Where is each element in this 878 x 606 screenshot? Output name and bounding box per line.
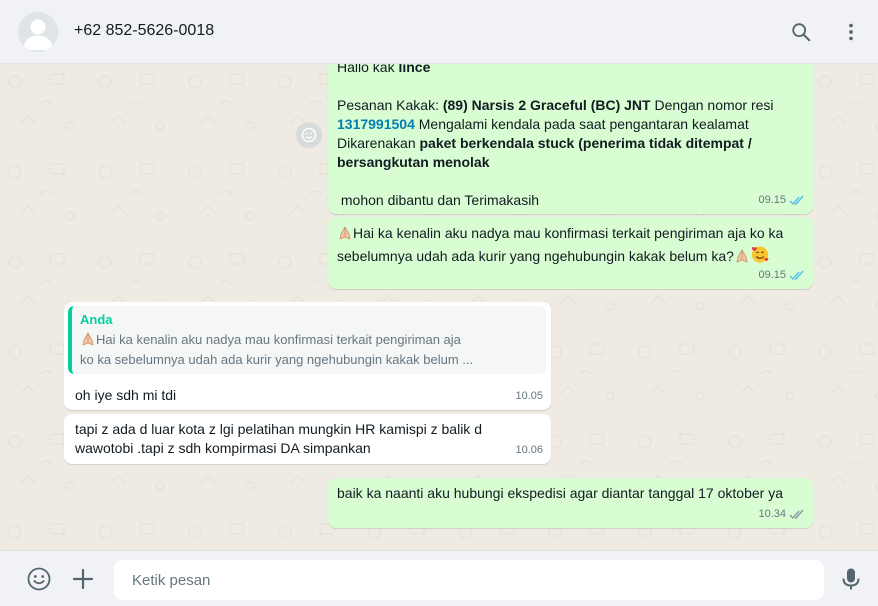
message-line-2: sebelumnya udah ada kurir yang ngehubung… bbox=[337, 248, 734, 264]
tracking-number-link[interactable]: 1317991504 bbox=[337, 116, 415, 132]
reason-label: Dikarenakan bbox=[337, 135, 420, 151]
message-text: Hallo kak lince Pesanan Kakak: (89) Nars… bbox=[337, 64, 797, 210]
message-bubble-outgoing[interactable]: Hallo kak lince Pesanan Kakak: (89) Nars… bbox=[328, 64, 813, 214]
order-item: (89) Narsis 2 Graceful (BC) JNT bbox=[442, 97, 651, 113]
message-input[interactable] bbox=[114, 560, 824, 600]
message-time: 10.34 bbox=[758, 508, 786, 520]
greeting-text: Hallo kak bbox=[337, 64, 399, 75]
quote-author: Anda bbox=[80, 312, 113, 327]
message-text: oh iye sdh mi tdi bbox=[75, 387, 177, 403]
delivered-ticks-icon bbox=[789, 509, 804, 520]
message-bubble-incoming[interactable]: Anda Hai ka kenalin aku nadya mau konfir… bbox=[64, 302, 551, 410]
message-meta: 09.15 bbox=[758, 266, 805, 285]
message-time: 10.05 bbox=[515, 390, 543, 402]
attach-button[interactable] bbox=[69, 565, 97, 593]
composer-bar bbox=[0, 550, 878, 606]
closing-text: mohon dibantu dan Terimakasih bbox=[337, 192, 540, 208]
quoted-message[interactable]: Anda Hai ka kenalin aku nadya mau konfir… bbox=[68, 306, 546, 374]
tracking-suffix: Mengalami kendala pada saat pengantaran … bbox=[414, 116, 749, 132]
search-button[interactable] bbox=[787, 18, 815, 46]
smiling-face-with-hearts-emoji bbox=[751, 246, 769, 263]
message-meta: 10.34 bbox=[758, 505, 805, 524]
default-avatar-icon bbox=[18, 12, 58, 52]
contact-name[interactable]: +62 852-5626-0018 bbox=[74, 22, 214, 40]
read-ticks-icon bbox=[789, 195, 804, 206]
message-time: 09.15 bbox=[758, 194, 786, 206]
folded-hands-emoji bbox=[339, 226, 351, 240]
folded-hands-emoji bbox=[736, 249, 748, 263]
order-suffix: Dengan nomor resi bbox=[650, 97, 774, 113]
message-text: tapi z ada d luar kota z lgi pelatihan m… bbox=[75, 420, 515, 458]
message-text: Hai ka kenalin aku nadya mau konfirmasi … bbox=[337, 223, 802, 267]
message-bubble-outgoing[interactable]: baik ka naanti aku hubungi ekspedisi aga… bbox=[328, 478, 813, 528]
attach-plus-icon bbox=[72, 568, 94, 590]
chat-header: +62 852-5626-0018 bbox=[0, 0, 878, 64]
message-line-1: tapi z ada d luar kota z lgi pelatihan m… bbox=[75, 421, 482, 437]
message-meta: 10.05 bbox=[515, 387, 543, 406]
message-bubble-incoming[interactable]: tapi z ada d luar kota z lgi pelatihan m… bbox=[64, 414, 551, 464]
voice-message-button[interactable] bbox=[837, 565, 865, 593]
message-time: 10.06 bbox=[515, 444, 543, 456]
emoji-icon bbox=[27, 567, 51, 591]
quote-line-2: ko ka sebelumnya udah ada kurir yang nge… bbox=[80, 352, 474, 367]
avatar[interactable] bbox=[18, 12, 58, 52]
order-label: Pesanan Kakak: bbox=[337, 97, 443, 113]
message-meta: 10.06 bbox=[515, 441, 543, 460]
message-text: baik ka naanti aku hubungi ekspedisi aga… bbox=[337, 485, 783, 501]
reason-text-1: paket berkendala stuck (penerima tidak d… bbox=[419, 135, 752, 151]
menu-icon bbox=[849, 23, 853, 41]
reaction-button[interactable] bbox=[296, 122, 322, 148]
search-icon bbox=[792, 23, 811, 42]
message-meta: 09.15 bbox=[758, 191, 805, 210]
folded-hands-emoji bbox=[82, 332, 94, 346]
chat-area[interactable]: Hallo kak lince Pesanan Kakak: (89) Nars… bbox=[0, 64, 878, 550]
customer-name: lince bbox=[398, 64, 431, 75]
message-line-1: Hai ka kenalin aku nadya mau konfirmasi … bbox=[353, 225, 784, 241]
smiley-icon bbox=[301, 127, 317, 143]
message-time: 09.15 bbox=[758, 269, 786, 281]
message-bubble-outgoing[interactable]: Hai ka kenalin aku nadya mau konfirmasi … bbox=[328, 217, 813, 289]
emoji-button[interactable] bbox=[25, 565, 53, 593]
microphone-icon bbox=[842, 568, 860, 590]
message-line-2: wawotobi .tapi z sdh kompirmasi DA simpa… bbox=[75, 440, 371, 456]
reason-text-2: bersangkutan menolak bbox=[337, 154, 490, 170]
quote-text: Hai ka kenalin aku nadya mau konfirmasi … bbox=[80, 330, 538, 370]
quote-line-1: Hai ka kenalin aku nadya mau konfirmasi … bbox=[96, 332, 461, 347]
menu-button[interactable] bbox=[837, 18, 865, 46]
read-ticks-icon bbox=[789, 270, 804, 281]
